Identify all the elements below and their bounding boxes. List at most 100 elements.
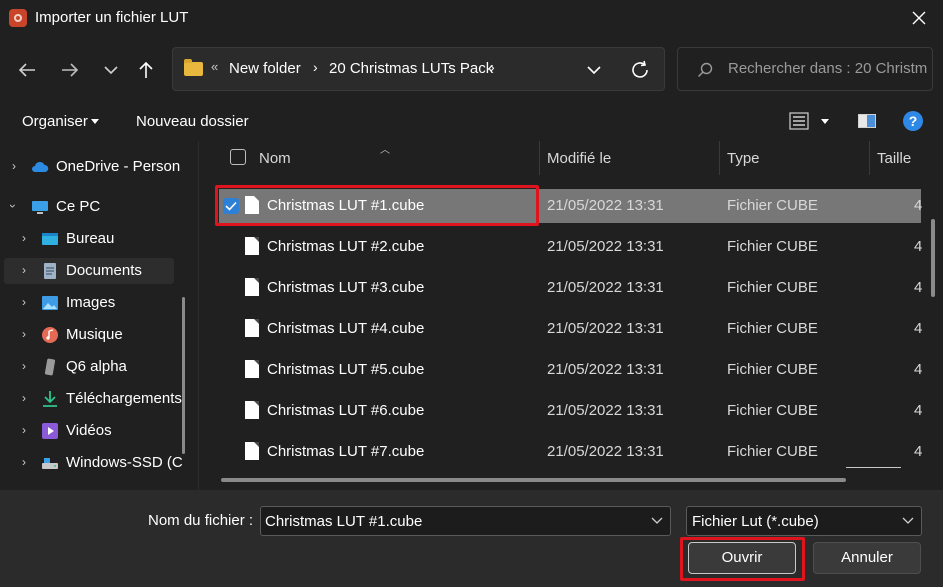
caret-down-icon[interactable] [821,119,829,124]
column-header-label: Nom [259,150,291,167]
chevron-right-icon[interactable]: › [22,391,26,405]
chevron-right-icon[interactable]: › [22,455,26,469]
file-row[interactable]: Christmas LUT #2.cube 21/05/2022 13:31 F… [219,230,922,264]
new-folder-button[interactable]: Nouveau dossier [136,113,249,130]
column-header-label: Taille [877,150,912,167]
sidebar-item-label: Windows-SSD (C [66,454,183,471]
sidebar-item-videos[interactable]: › Vidéos [4,418,174,444]
file-row[interactable]: Christmas LUT #7.cube 21/05/2022 13:31 F… [219,435,922,469]
music-icon [42,327,58,343]
sidebar-item-downloads[interactable]: › Téléchargements [4,386,182,412]
sidebar-item-label: Images [66,294,116,311]
chevron-right-icon[interactable]: › [22,231,26,245]
command-bar: Organiser Nouveau dossier ? [0,101,943,141]
up-button[interactable] [131,55,161,85]
refresh-button[interactable] [629,59,651,81]
file-row[interactable]: Christmas LUT #4.cube 21/05/2022 13:31 F… [219,312,922,346]
column-header-type[interactable]: Type [720,141,869,175]
file-icon [245,237,259,255]
column-header-label: Type [727,150,760,167]
cancel-button[interactable]: Annuler [813,542,921,574]
sidebar-item-label: OneDrive - Person [56,158,181,175]
sidebar-item-label: Q6 alpha [66,358,127,375]
view-options-button[interactable] [789,112,809,130]
app-icon [9,9,27,27]
breadcrumb-item[interactable]: 20 Christmas LUTs Pack [329,60,493,77]
file-name: Christmas LUT #6.cube [267,402,425,419]
sidebar-item-images[interactable]: › Images [4,290,174,316]
forward-button[interactable] [55,55,85,85]
help-icon[interactable]: ? [903,111,923,131]
sidebar-item-this-pc[interactable]: › Ce PC [4,194,174,220]
horizontal-scrollbar[interactable] [221,478,846,482]
sidebar-item-label: Documents [66,262,142,279]
filetype-value: Fichier Lut (*.cube) [692,513,819,530]
file-size: 4 [914,402,923,419]
sidebar-item-label: Ce PC [56,198,101,215]
organise-menu-button[interactable]: Organiser [22,113,88,130]
search-icon [698,62,713,77]
address-bar[interactable]: « New folder › 20 Christmas LUTs Pack › [172,47,665,91]
file-modified: 21/05/2022 13:31 [547,443,664,460]
breadcrumb-separator-icon[interactable]: › [490,59,495,75]
preview-pane-icon[interactable] [858,114,876,128]
search-box[interactable] [677,47,933,91]
search-input[interactable] [728,60,928,77]
address-dropdown-button[interactable] [584,60,606,80]
column-header-name[interactable]: ︿ Nom [199,141,539,175]
sort-ascending-icon: ︿ [380,145,390,156]
chevron-down-icon [587,66,601,75]
file-icon [245,360,259,378]
file-row[interactable]: Christmas LUT #6.cube 21/05/2022 13:31 F… [219,394,923,428]
vertical-scrollbar[interactable] [931,219,935,297]
chevron-right-icon[interactable]: › [12,159,16,173]
file-row[interactable]: Christmas LUT #5.cube 21/05/2022 13:31 F… [219,353,922,387]
filetype-select[interactable]: Fichier Lut (*.cube) [686,506,922,536]
filename-field[interactable]: Christmas LUT #1.cube [260,506,671,536]
overflow-chevron-icon[interactable]: « [211,59,218,74]
file-row[interactable]: Christmas LUT #3.cube 21/05/2022 13:31 F… [219,271,922,305]
file-type: Fichier CUBE [727,443,818,460]
sidebar-item-windows-ssd[interactable]: › Windows-SSD (C [4,450,183,476]
filename-value[interactable]: Christmas LUT #1.cube [265,513,422,530]
sidebar-item-documents[interactable]: › Documents [4,258,174,284]
chevron-down-icon [902,517,914,524]
sidebar-item-music[interactable]: › Musique [4,322,174,348]
caret-down-icon[interactable] [91,119,99,124]
column-header-modified[interactable]: Modifié le [540,141,719,175]
sidebar-item-label: Téléchargements [66,390,182,407]
list-view-icon [789,112,809,130]
file-modified: 21/05/2022 13:31 [547,197,664,214]
sidebar-item-onedrive[interactable]: › OneDrive - Person [4,154,180,180]
select-all-checkbox[interactable] [230,149,246,165]
arrow-right-icon [62,63,79,77]
back-button[interactable] [12,55,42,85]
phone-icon [44,358,56,376]
breadcrumb-item[interactable]: New folder [229,60,301,77]
documents-icon [44,263,56,279]
file-modified: 21/05/2022 13:31 [547,402,664,419]
column-header-size[interactable]: Taille [870,141,943,175]
close-button[interactable] [897,0,943,37]
sidebar-scrollbar[interactable] [182,297,185,454]
close-icon [912,11,926,25]
recent-locations-button[interactable] [96,55,126,85]
chevron-down-icon[interactable]: › [6,204,20,208]
file-name: Christmas LUT #4.cube [267,320,425,337]
cloud-icon [32,161,49,172]
chevron-right-icon[interactable]: › [22,359,26,373]
chevron-down-icon[interactable] [651,517,663,525]
computer-icon [32,201,48,214]
file-modified: 21/05/2022 13:31 [547,279,664,296]
chevron-right-icon[interactable]: › [22,263,26,277]
chevron-right-icon[interactable]: › [22,327,26,341]
chevron-right-icon[interactable]: › [22,295,26,309]
sidebar-item-q6-alpha[interactable]: › Q6 alpha [4,354,174,380]
chevron-right-icon[interactable]: › [22,423,26,437]
sidebar-item-desktop[interactable]: › Bureau [4,226,174,252]
file-icon [245,401,259,419]
drive-icon [42,458,58,469]
file-name: Christmas LUT #3.cube [267,279,425,296]
file-type: Fichier CUBE [727,197,818,214]
breadcrumb-separator-icon[interactable]: › [313,59,318,75]
